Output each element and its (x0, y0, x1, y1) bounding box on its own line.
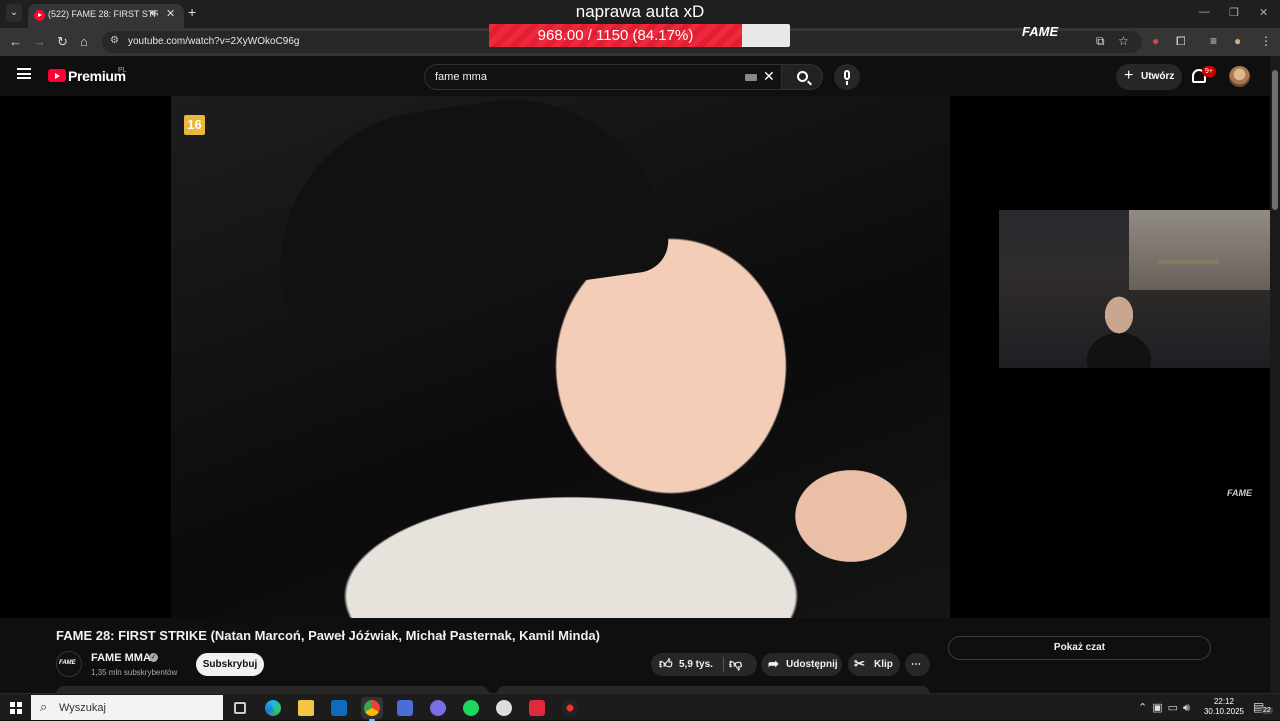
windows-start-icon[interactable] (10, 702, 22, 714)
youtube-logo-icon[interactable] (48, 69, 66, 82)
like-divider (723, 657, 724, 672)
url-text[interactable]: youtube.com/watch?v=2XyWOkoC96g (128, 36, 299, 47)
bookmark-star-icon[interactable]: ☆ (1118, 34, 1129, 48)
scrollbar-thumb[interactable] (1272, 70, 1278, 210)
donation-progress-bar: 968.00 / 1150 (84.17%) (489, 24, 790, 47)
extension-icon[interactable]: ● (1152, 34, 1159, 48)
like-icon[interactable]: 👍︎ (659, 656, 673, 672)
age-rating-badge: 16 (184, 115, 205, 135)
subscriber-count: 1,35 mln subskrybentów (91, 668, 178, 677)
scissors-icon: ✂ (854, 656, 865, 671)
browser-tab[interactable]: (522) FAME 28: FIRST STRIKE 🔊︎ ✕ (28, 4, 184, 28)
share-button[interactable]: ➦ Udostępnij (761, 653, 842, 676)
minimize-icon[interactable]: — (1199, 6, 1210, 18)
clip-button[interactable]: ✂ Klip (848, 653, 900, 676)
channel-name[interactable]: FAME MMA (91, 652, 151, 664)
video-title: FAME 28: FIRST STRIKE (Natan Marcoń, Paw… (56, 628, 600, 643)
clear-search-icon[interactable]: ✕ (763, 68, 775, 85)
browser-menu-icon[interactable]: ⋮ (1260, 34, 1272, 48)
share-label: Udostępnij (786, 659, 838, 670)
overlay-goal-title: naprawa auta xD (575, 2, 705, 21)
more-actions-button[interactable]: ⋯ (905, 653, 930, 676)
plus-icon: + (1124, 67, 1134, 84)
edge-icon[interactable] (262, 697, 284, 719)
search-icon (797, 71, 808, 82)
install-app-icon[interactable]: ⧉ (1096, 34, 1105, 49)
search-icon: ⌕ (40, 699, 48, 714)
donation-progress-text: 968.00 / 1150 (84.17%) (537, 27, 694, 44)
notification-count: 22 (1261, 707, 1273, 714)
menu-icon[interactable] (17, 68, 31, 79)
clip-label: Klip (874, 659, 893, 670)
share-icon: ➦ (768, 656, 779, 671)
discord-icon[interactable] (427, 697, 449, 719)
channel-avatar[interactable]: FAME (56, 651, 82, 677)
file-explorer-icon[interactable] (295, 697, 317, 719)
channel-avatar-text: FAME (59, 660, 76, 666)
streamer-webcam (999, 210, 1270, 368)
extensions-puzzle-icon[interactable]: ⧠ (1176, 34, 1186, 49)
system-tray-icons[interactable]: ⌃▣▭🔊︎ (1138, 701, 1195, 715)
taskbar-search-placeholder: Wyszukaj (59, 702, 106, 714)
new-tab-button[interactable]: + (188, 4, 196, 20)
create-label: Utwórz (1141, 71, 1175, 82)
home-icon[interactable]: ⌂ (80, 34, 88, 49)
forward-icon[interactable]: → (33, 34, 46, 49)
show-chat-button[interactable]: Pokaż czat (948, 636, 1211, 660)
back-icon[interactable]: ← (9, 34, 22, 49)
search-query[interactable]: fame mma (435, 71, 487, 83)
reload-icon[interactable]: ↻ (57, 34, 68, 50)
microphone-icon (844, 70, 850, 80)
tab-search-chevron-icon[interactable]: ⌄ (6, 4, 22, 22)
taskbar-search-box[interactable]: ⌕ Wyszukaj (31, 695, 223, 720)
region-code: PL (118, 67, 127, 74)
dislike-icon[interactable]: 👎︎ (729, 656, 742, 672)
video-cap-shape (259, 96, 673, 323)
video-frame[interactable] (171, 96, 950, 618)
voice-search-button[interactable] (834, 64, 860, 90)
flash-icon[interactable] (526, 697, 548, 719)
page-scrollbar[interactable] (1270, 56, 1280, 693)
keyboard-icon[interactable] (745, 74, 757, 81)
fame-watermark-logo: FAME (1022, 24, 1059, 39)
youtube-header: Premium PL fame mma ✕ + Utwórz 9+ (0, 56, 1270, 96)
media-control-icon[interactable]: ≡ (1210, 34, 1217, 48)
youtube-favicon-icon (34, 10, 45, 21)
chrome-icon[interactable] (361, 697, 383, 721)
game-icon[interactable] (493, 697, 515, 719)
verified-check-icon: ✓ (149, 653, 158, 662)
account-avatar[interactable] (1229, 66, 1250, 87)
window-close-icon[interactable]: ✕ (1259, 6, 1268, 19)
like-dislike-group: 👍︎ 5,9 tys. 👎︎ (651, 653, 757, 676)
search-input[interactable]: fame mma ✕ (424, 64, 782, 90)
more-icon: ⋯ (911, 659, 921, 670)
clock-time: 22:12 (1213, 697, 1235, 706)
subscribe-button[interactable]: Subskrybuj (196, 653, 264, 676)
video-player[interactable] (0, 96, 1270, 618)
like-count[interactable]: 5,9 tys. (679, 659, 713, 670)
taskbar-clock[interactable]: 22:12 30.10.2025 (1201, 697, 1247, 717)
task-view-icon[interactable] (229, 697, 251, 719)
create-button[interactable]: + Utwórz (1116, 64, 1182, 90)
outlook-icon[interactable] (328, 697, 350, 719)
fame-corner-watermark: FAME (1227, 488, 1253, 498)
obs-icon[interactable] (559, 697, 581, 719)
windows-taskbar: ⌕ Wyszukaj ⌃▣▭🔊︎ 22:12 30.10.2025 ▤ 22 (0, 693, 1280, 721)
site-info-icon[interactable]: ⚙ (110, 35, 119, 46)
clock-date: 30.10.2025 (1203, 707, 1245, 716)
speaker-icon[interactable]: 🔊︎ (150, 8, 156, 19)
maximize-icon[interactable]: ❐ (1229, 6, 1239, 19)
tab-close-icon[interactable]: ✕ (166, 7, 175, 20)
profile-avatar-icon[interactable]: ● (1234, 34, 1241, 48)
spotify-icon[interactable] (460, 697, 482, 719)
app-icon[interactable] (394, 697, 416, 719)
search-button[interactable] (781, 64, 823, 90)
notifications-badge: 9+ (1202, 66, 1216, 77)
tab-title: (522) FAME 28: FIRST STRIKE (48, 9, 158, 19)
